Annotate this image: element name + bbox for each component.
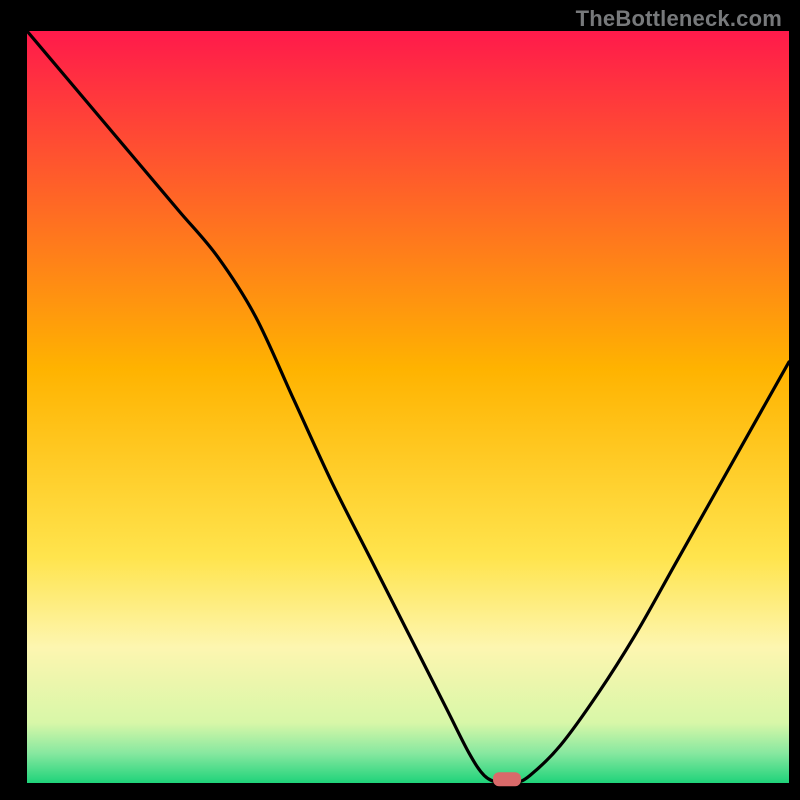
watermark-text: TheBottleneck.com	[576, 6, 782, 32]
plot-background	[27, 31, 789, 783]
chart-container: { "watermark": "TheBottleneck.com", "cha…	[0, 0, 800, 800]
bottleneck-chart	[0, 0, 800, 800]
optimal-point-marker	[493, 772, 521, 786]
